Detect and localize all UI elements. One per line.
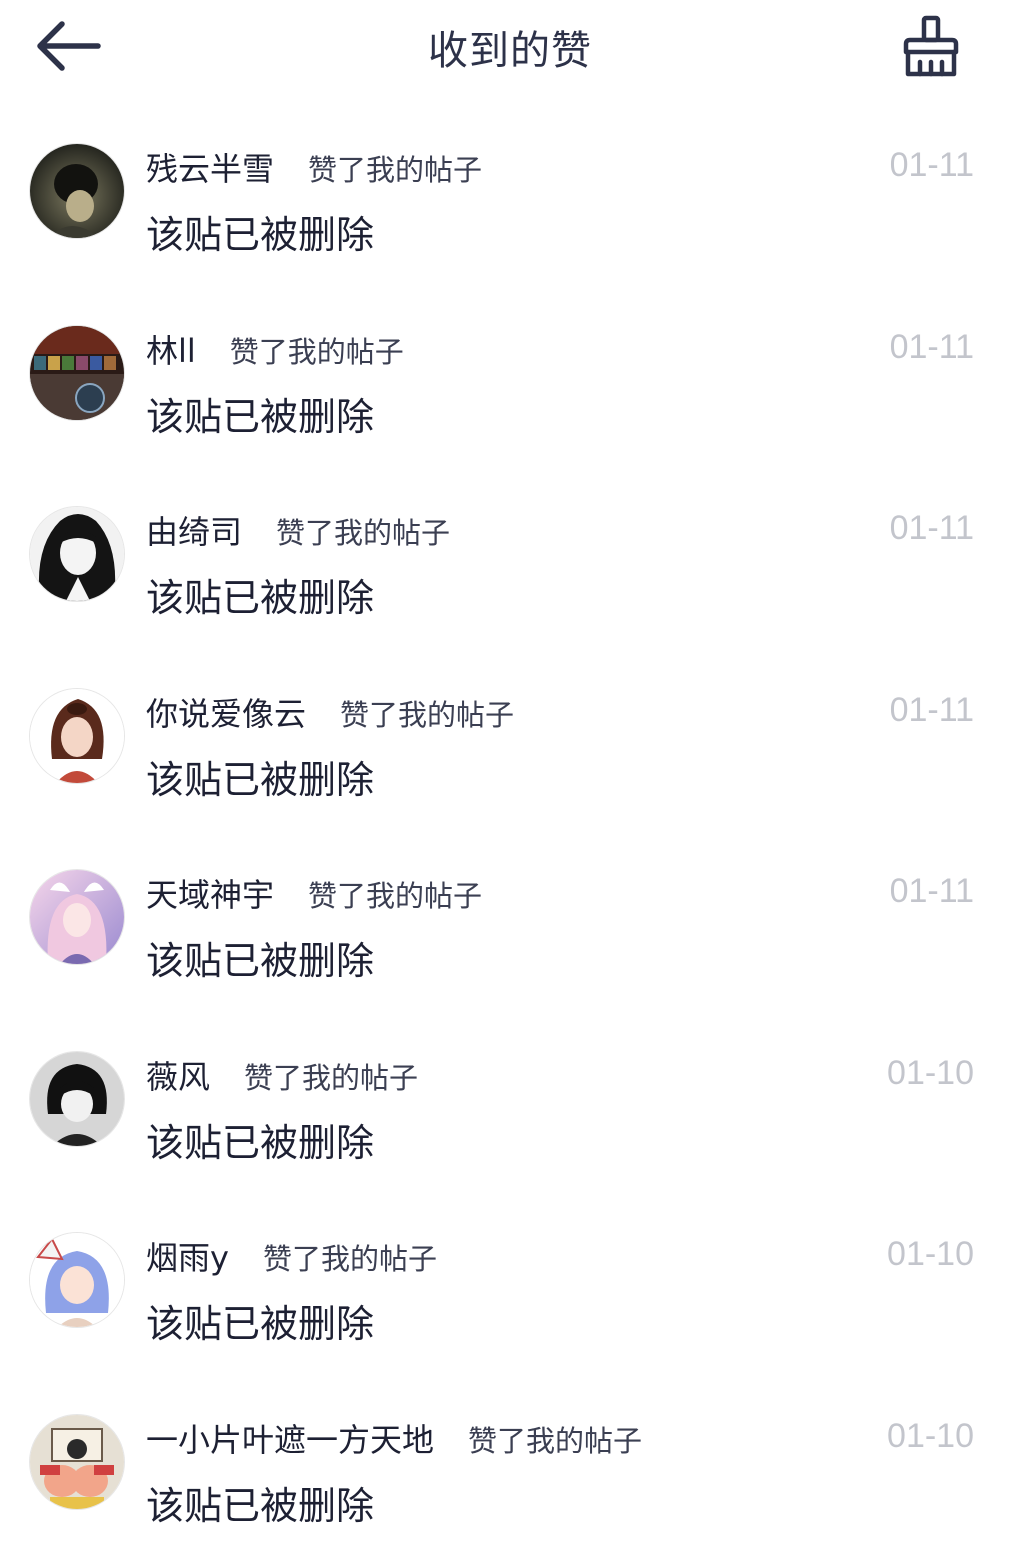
post-content[interactable]: 该贴已被删除 [146,567,374,622]
avatar[interactable] [30,1233,124,1327]
avatar[interactable] [30,689,124,783]
post-content[interactable]: 该贴已被删除 [146,930,374,985]
timestamp: 01-11 [890,509,974,548]
list-item[interactable]: 一小片叶遮一方天地赞了我的帖子 01-10 该贴已被删除 [0,1375,1020,1556]
username: 你说爱像云赞了我的帖子 [146,689,514,735]
action-text: 赞了我的帖子 [263,1242,437,1276]
action-text: 赞了我的帖子 [308,879,482,913]
avatar[interactable] [30,870,124,964]
username: 天域神宇赞了我的帖子 [146,870,482,916]
username: 残云半雪赞了我的帖子 [146,144,482,190]
list-item[interactable]: 你说爱像云赞了我的帖子 01-11 该贴已被删除 [0,649,1020,831]
username-text: 薇风 [146,1058,210,1096]
action-text: 赞了我的帖子 [276,516,450,550]
timestamp: 01-10 [887,1417,974,1456]
post-content[interactable]: 该贴已被删除 [146,386,374,441]
avatar[interactable] [30,1415,124,1509]
username: 烟雨y 赞了我的帖子 [146,1233,437,1279]
username-text: 一小片叶遮一方天地 [146,1421,434,1459]
action-text: 赞了我的帖子 [244,1061,418,1095]
list-item[interactable]: 残云半雪赞了我的帖子 01-11 该贴已被删除 [0,104,1020,286]
username-text: 残云半雪 [146,150,274,188]
username-text: 烟雨y [146,1239,229,1277]
post-content[interactable]: 该贴已被删除 [146,204,374,259]
list-item[interactable]: 由绮司赞了我的帖子 01-11 该贴已被删除 [0,467,1020,649]
timestamp: 01-10 [887,1235,974,1274]
timestamp: 01-10 [887,1054,974,1093]
post-content[interactable]: 该贴已被删除 [146,1475,374,1530]
list-item[interactable]: 天域神宇赞了我的帖子 01-11 该贴已被删除 [0,830,1020,1012]
username-text: 林ll [146,332,196,370]
post-content[interactable]: 该贴已被删除 [146,1112,374,1167]
list-item[interactable]: 林ll 赞了我的帖子 01-11 该贴已被删除 [0,286,1020,468]
timestamp: 01-11 [890,691,974,730]
avatar[interactable] [30,326,124,420]
list-item[interactable]: 薇风赞了我的帖子 01-10 该贴已被删除 [0,1012,1020,1194]
username: 由绮司赞了我的帖子 [146,507,450,553]
list-item[interactable]: 烟雨y 赞了我的帖子 01-10 该贴已被删除 [0,1193,1020,1375]
post-content[interactable]: 该贴已被删除 [146,749,374,804]
username-text: 由绮司 [146,513,242,551]
page-title: 收到的赞 [0,18,1020,76]
avatar[interactable] [30,1052,124,1146]
username: 林ll 赞了我的帖子 [146,326,404,372]
timestamp: 01-11 [890,872,974,911]
username: 薇风赞了我的帖子 [146,1052,418,1098]
timestamp: 01-11 [890,328,974,367]
action-text: 赞了我的帖子 [308,153,482,187]
username-text: 你说爱像云 [146,695,306,733]
clear-all-button[interactable] [898,12,964,80]
action-text: 赞了我的帖子 [468,1424,642,1458]
timestamp: 01-11 [890,146,974,185]
avatar[interactable] [30,507,124,601]
top-nav-bar: 收到的赞 [0,0,1020,96]
avatar[interactable] [30,144,124,238]
post-content[interactable]: 该贴已被删除 [146,1293,374,1348]
username-text: 天域神宇 [146,876,274,914]
action-text: 赞了我的帖子 [340,698,514,732]
action-text: 赞了我的帖子 [230,335,404,369]
username: 一小片叶遮一方天地赞了我的帖子 [146,1415,642,1461]
broom-icon [898,12,964,80]
likes-list: 残云半雪赞了我的帖子 01-11 该贴已被删除 林ll赞了我的帖子 01-11 … [0,104,1020,1556]
